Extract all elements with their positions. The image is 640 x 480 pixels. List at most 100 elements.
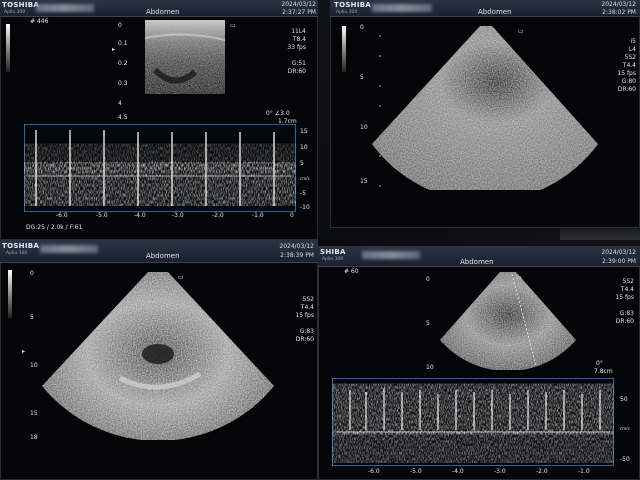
exam-label: Abdomen <box>146 8 180 16</box>
depth-tick: 4.5 <box>118 114 128 121</box>
setting-value: G:51 <box>291 60 306 67</box>
time-tick: -5.0 <box>410 468 422 475</box>
setting-value <box>590 302 634 310</box>
depth-tick: 0 <box>360 24 364 31</box>
setting-value: T4.4 <box>620 286 634 293</box>
depth-tick: 5 <box>360 74 364 81</box>
frame-number: # 60 <box>344 268 359 275</box>
depth-tick: 4 <box>118 100 122 107</box>
date-label: 2024/03/12 <box>279 243 314 250</box>
brand-logo: SHIBA <box>320 248 346 256</box>
setting-value: 15 fps <box>617 70 636 77</box>
linear-bmode-image <box>145 20 225 94</box>
time-label: 2:38:02 PM <box>602 9 636 16</box>
depth-readout: 7.8cm <box>594 368 613 375</box>
date-label: 2024/03/12 <box>601 249 636 256</box>
probe-marker-icon: ▭ <box>516 274 522 281</box>
setting-value: i5 <box>630 38 636 45</box>
time-label: 2:38:39 PM <box>280 252 314 259</box>
depth-scale: 0 0.1 0.2 0.3 4 4.5 <box>118 22 132 122</box>
setting-value: G:83 <box>299 328 314 335</box>
site-label: Aplio 300 <box>6 251 28 256</box>
panel-bottom-left: TOSHIBA Aplio 300 Abdomen 2024/03/12 2:3… <box>0 240 318 480</box>
frame-number: # 446 <box>30 18 49 25</box>
depth-tick: 10 <box>426 364 434 371</box>
exam-label: Abdomen <box>146 252 180 260</box>
sector-bmode-image <box>372 26 598 190</box>
focus-marker-icon: ▸ <box>112 46 116 53</box>
monitor-stand <box>560 228 640 240</box>
velocity-tick: -5 <box>300 190 306 197</box>
time-tick: -2.0 <box>536 468 548 475</box>
time-tick: -3.0 <box>172 212 184 219</box>
grayscale-bar <box>6 24 10 72</box>
date-label: 2024/03/12 <box>281 1 316 8</box>
header-bar: TOSHIBA Aplio 300 Abdomen 2024/03/12 2:3… <box>330 0 640 17</box>
setting-value: G:83 <box>619 310 634 317</box>
time-tick: -3.0 <box>494 468 506 475</box>
brand-logo: TOSHIBA <box>2 242 40 250</box>
doppler-parameters: DG:25 / 2.0k / F:61 <box>26 224 83 231</box>
setting-value: L4 <box>628 46 636 53</box>
time-tick: -6.0 <box>368 468 380 475</box>
velocity-scale: 15 10 5 cm/s -5 -10 <box>300 128 316 212</box>
brand-logo: TOSHIBA <box>334 1 372 9</box>
exam-label: Abdomen <box>478 8 512 16</box>
site-label: Aplio 300 <box>336 10 358 15</box>
setting-value <box>266 52 306 60</box>
setting-value: T8.4 <box>292 36 306 43</box>
depth-tick: 0 <box>426 276 430 283</box>
site-label: Aplio 300 <box>322 257 344 262</box>
setting-value <box>272 320 314 328</box>
exam-label: Abdomen <box>460 258 494 266</box>
setting-value: T4.4 <box>300 304 314 311</box>
depth-tick: 15 <box>360 178 368 185</box>
settings-column: i5 L4 5S2 T4.4 15 fps G:80 DR:60 <box>594 38 636 94</box>
depth-tick: 5 <box>30 314 34 321</box>
gate-marker-icon: ▭ <box>230 22 236 29</box>
depth-tick: 10 <box>360 124 368 131</box>
probe-marker-icon: ▭ <box>518 28 524 35</box>
depth-tick: 0 <box>118 22 122 29</box>
setting-value: DR:60 <box>295 336 314 343</box>
velocity-tick: 5 <box>300 160 304 167</box>
setting-value: DR:60 <box>287 68 306 75</box>
settings-column: 11L4 T8.4 33 fps G:51 DR:60 <box>266 28 306 76</box>
panel-bottom-right: SHIBA Aplio 300 Abdomen 2024/03/12 2:39:… <box>318 246 640 480</box>
depth-tick: 0.2 <box>118 60 128 67</box>
settings-column: 5S2 T4.4 15 fps G:83 DR:60 <box>272 296 314 344</box>
time-tick: -4.0 <box>134 212 146 219</box>
grayscale-bar <box>342 26 346 72</box>
time-tick: -1.0 <box>578 468 590 475</box>
header-bar: TOSHIBA Aplio 300 Abdomen 2024/03/12 2:3… <box>0 0 318 17</box>
setting-value: 5S2 <box>302 296 314 303</box>
setting-value: 33 fps <box>287 44 306 51</box>
time-label: 2:37:27 PM <box>282 9 316 16</box>
angle-readout: 0° <box>596 360 603 367</box>
setting-value: 5S2 <box>624 54 636 61</box>
patient-id-redacted <box>362 251 420 259</box>
sector-bmode-image <box>440 272 576 370</box>
velocity-tick: 15 <box>300 128 308 135</box>
velocity-unit: cm/s <box>620 426 630 431</box>
time-tick: -2.0 <box>212 212 224 219</box>
time-tick: -6.0 <box>56 212 68 219</box>
setting-value: 15 fps <box>615 294 634 301</box>
header-bar: SHIBA Aplio 300 Abdomen 2024/03/12 2:39:… <box>318 246 640 267</box>
time-tick: -1.0 <box>252 212 264 219</box>
panel-top-right: TOSHIBA Aplio 300 Abdomen 2024/03/12 2:3… <box>330 0 640 228</box>
setting-value: G:80 <box>621 78 636 85</box>
probe-marker-icon: ▭ <box>178 274 184 281</box>
setting-value: 11L4 <box>291 28 306 35</box>
time-scale: -6.0 -5.0 -4.0 -3.0 -2.0 -1.0 <box>332 468 622 478</box>
time-tick: 0 <box>290 212 294 219</box>
patient-id-redacted <box>36 4 94 12</box>
patient-id-redacted <box>372 4 432 12</box>
patient-id-redacted <box>40 245 98 253</box>
velocity-tick: -50 <box>620 456 630 463</box>
depth-tick: 18 <box>30 434 38 441</box>
time-label: 2:39:00 PM <box>602 258 636 265</box>
settings-column: 5S2 T4.4 15 fps G:83 DR:60 <box>590 278 634 326</box>
velocity-tick: -10 <box>300 204 310 211</box>
depth-tick: 0.3 <box>118 80 128 87</box>
